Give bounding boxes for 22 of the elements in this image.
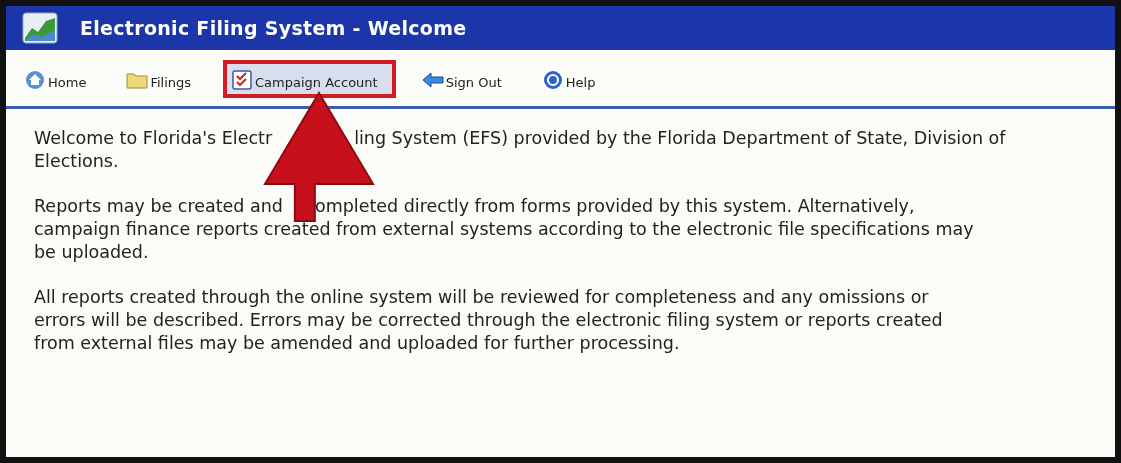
paragraph-text: be uploaded. <box>34 241 149 264</box>
nav-tab[interactable]: Help <box>533 60 610 98</box>
window-title: Electronic Filing System - Welcome <box>80 17 467 39</box>
nav-tab[interactable]: Campaign Account <box>223 60 396 98</box>
nav-tab[interactable]: Filings <box>118 60 206 98</box>
paragraph-text: ling System (EFS) provided by the Florida Department of State, Division of <box>354 127 1006 150</box>
folder-icon <box>126 70 149 90</box>
checklist-icon <box>231 70 254 90</box>
paragraph-text: from external files may be amended and uploaded for further processing. <box>34 332 680 355</box>
chart-logo-icon <box>22 12 58 44</box>
paragraph-text: ompleted directly from forms provided by this system. Alternatively, <box>314 195 915 218</box>
paragraph-text: Reports may be created and <box>34 195 283 218</box>
paragraph-text: campaign finance reports created from external systems according to the electronic file specifications may <box>34 218 974 241</box>
home-icon <box>24 70 46 90</box>
paragraph-text: Elections. <box>34 150 119 173</box>
paragraph-text: Welcome to Florida's Electr <box>34 127 273 150</box>
help-icon <box>541 70 564 90</box>
nav-tab[interactable]: Sign Out <box>413 60 516 98</box>
nav-tab[interactable]: Home <box>16 60 101 98</box>
paragraph-text: errors will be described. Errors may be corrected through the electronic filing system or reports created <box>34 309 943 332</box>
left-arrow-icon <box>421 70 444 90</box>
paragraph-text: All reports created through the online system will be reviewed for completeness and any omissions or <box>34 286 929 309</box>
